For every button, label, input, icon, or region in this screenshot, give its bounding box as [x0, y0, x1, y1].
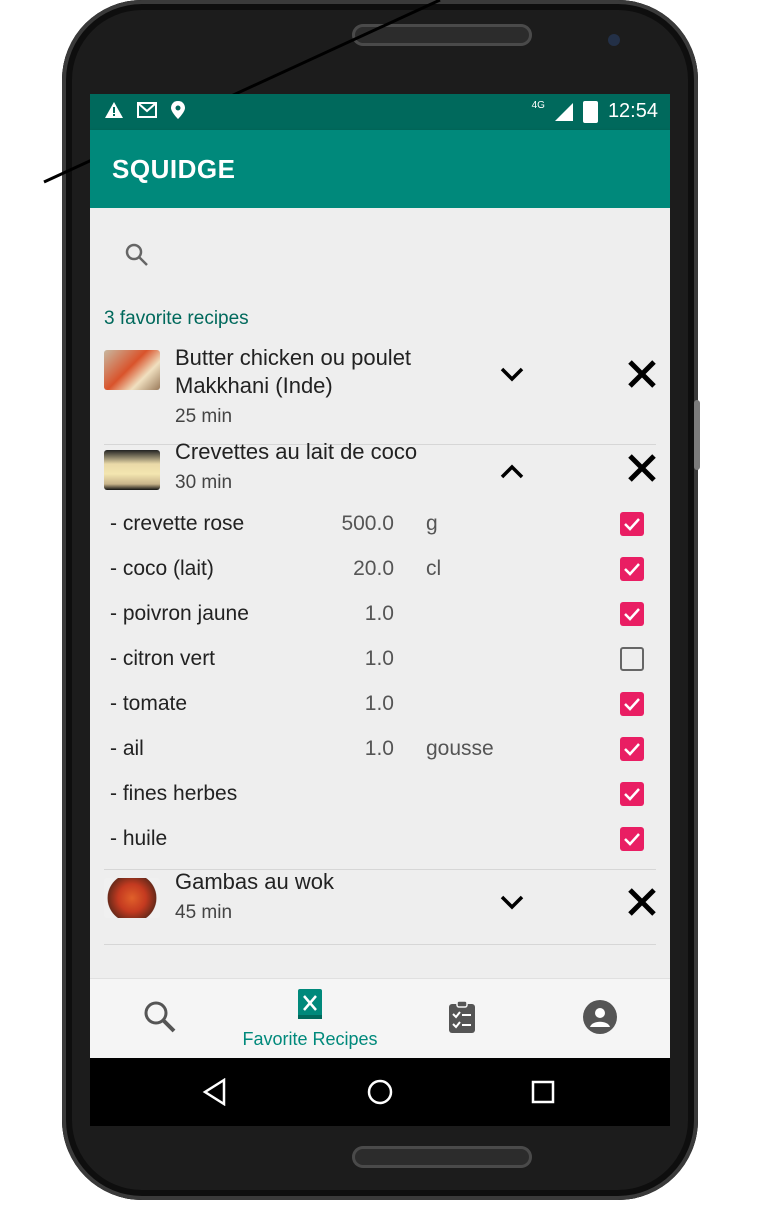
ingredient-row: - fines herbes: [110, 778, 650, 814]
ingredient-row: - crevette rose 500.0 g: [110, 508, 650, 544]
device-screen: 4G 12:54 SQUIDGE 3 favorite recipes Butt…: [90, 94, 670, 1126]
ingredient-name: - coco (lait): [110, 557, 214, 580]
recipe-title: Crevettes au lait de coco: [175, 439, 418, 464]
mail-icon: [136, 100, 158, 125]
clock: 12:54: [607, 100, 658, 122]
recipe-row[interactable]: Butter chicken ou poulet Makkhani (Inde)…: [104, 344, 656, 445]
recipe-title: Gambas au wok: [175, 869, 334, 894]
ingredient-checkbox-checked[interactable]: [620, 602, 644, 626]
recipe-thumbnail: [104, 350, 160, 390]
ingredient-row: - coco (lait) 20.0 cl: [110, 553, 650, 589]
ingredient-quantity: 1.0: [364, 737, 394, 760]
recipe-row[interactable]: Gambas au wok 45 min: [104, 869, 658, 945]
signal-icon: [554, 102, 573, 121]
ingredient-name: - citron vert: [110, 647, 216, 670]
location-icon: [170, 100, 186, 125]
ingredient-checkbox-checked[interactable]: [620, 512, 644, 536]
ingredient-unit: cl: [426, 557, 442, 580]
warning-icon: [104, 100, 124, 125]
favorite-recipes-icon: [297, 988, 323, 1025]
recipe-thumbnail: [104, 450, 160, 490]
ingredient-name: - crevette rose: [110, 512, 245, 535]
recipe-title: Butter chicken ou poulet Makkhani (Inde): [175, 345, 412, 398]
ingredient-name: - ail: [110, 737, 144, 760]
ingredient-checkbox-checked[interactable]: [620, 557, 644, 581]
ingredient-checkbox-unchecked[interactable]: [620, 647, 644, 671]
ingredient-quantity: 20.0: [353, 557, 394, 580]
ingredient-name: - poivron jaune: [110, 602, 249, 625]
recipe-thumbnail: [104, 878, 160, 918]
overview-icon[interactable]: [530, 1079, 556, 1110]
chevron-up-icon[interactable]: [498, 458, 526, 486]
ingredient-name: - tomate: [110, 692, 188, 715]
ingredient-checkbox-checked[interactable]: [620, 782, 644, 806]
ingredient-quantity: 1.0: [364, 647, 394, 670]
nav-account[interactable]: [560, 979, 640, 1059]
nav-shopping-list[interactable]: [422, 979, 502, 1059]
ingredient-quantity: 1.0: [364, 692, 394, 715]
clipboard-checklist-icon: [448, 999, 476, 1039]
chevron-down-icon[interactable]: [498, 360, 526, 388]
ingredient-row: - citron vert 1.0: [110, 643, 650, 679]
recipe-time: 45 min: [175, 902, 233, 923]
search-icon: [142, 999, 178, 1040]
search-icon[interactable]: [124, 242, 150, 273]
app-title: SQUIDGE: [112, 154, 236, 184]
ingredient-row: - huile: [110, 823, 650, 859]
ingredient-name: - fines herbes: [110, 782, 238, 805]
favorites-count: 3 favorite recipes: [104, 308, 249, 329]
ingredient-unit: gousse: [426, 737, 494, 760]
ingredient-quantity: 1.0: [364, 602, 394, 625]
favorites-content: 3 favorite recipes Butter chicken ou pou…: [90, 208, 670, 978]
recipe-time: 25 min: [175, 406, 233, 427]
nav-label: Favorite Recipes: [242, 1029, 378, 1049]
phone-speaker-bottom: [352, 1146, 532, 1168]
ingredient-unit: g: [426, 512, 438, 535]
ingredient-checkbox-checked[interactable]: [620, 692, 644, 716]
remove-favorite-button[interactable]: [626, 452, 658, 484]
ingredient-row: - tomate 1.0: [110, 688, 650, 724]
phone-side-button: [694, 400, 700, 470]
status-bar: 4G 12:54: [90, 94, 670, 130]
app-bar: SQUIDGE: [90, 130, 670, 208]
ingredient-checkbox-checked[interactable]: [620, 827, 644, 851]
ingredient-name: - huile: [110, 827, 168, 850]
ingredient-row: - poivron jaune 1.0: [110, 598, 650, 634]
account-icon: [582, 999, 618, 1040]
network-type: 4G: [531, 100, 545, 111]
remove-favorite-button[interactable]: [626, 358, 658, 390]
bottom-navigation: Favorite Recipes: [90, 978, 670, 1059]
nav-search[interactable]: [120, 979, 200, 1059]
ingredient-row: - ail 1.0 gousse: [110, 733, 650, 769]
system-navigation-bar: [90, 1058, 670, 1126]
battery-icon: [582, 100, 598, 123]
home-icon[interactable]: [366, 1078, 394, 1111]
ingredient-quantity: 500.0: [341, 512, 394, 535]
remove-favorite-button[interactable]: [626, 886, 658, 918]
back-icon[interactable]: [202, 1077, 228, 1111]
recipe-time: 30 min: [175, 472, 233, 493]
ingredient-checkbox-checked[interactable]: [620, 737, 644, 761]
nav-favorite-recipes[interactable]: Favorite Recipes: [230, 979, 390, 1059]
chevron-down-icon[interactable]: [498, 888, 526, 916]
